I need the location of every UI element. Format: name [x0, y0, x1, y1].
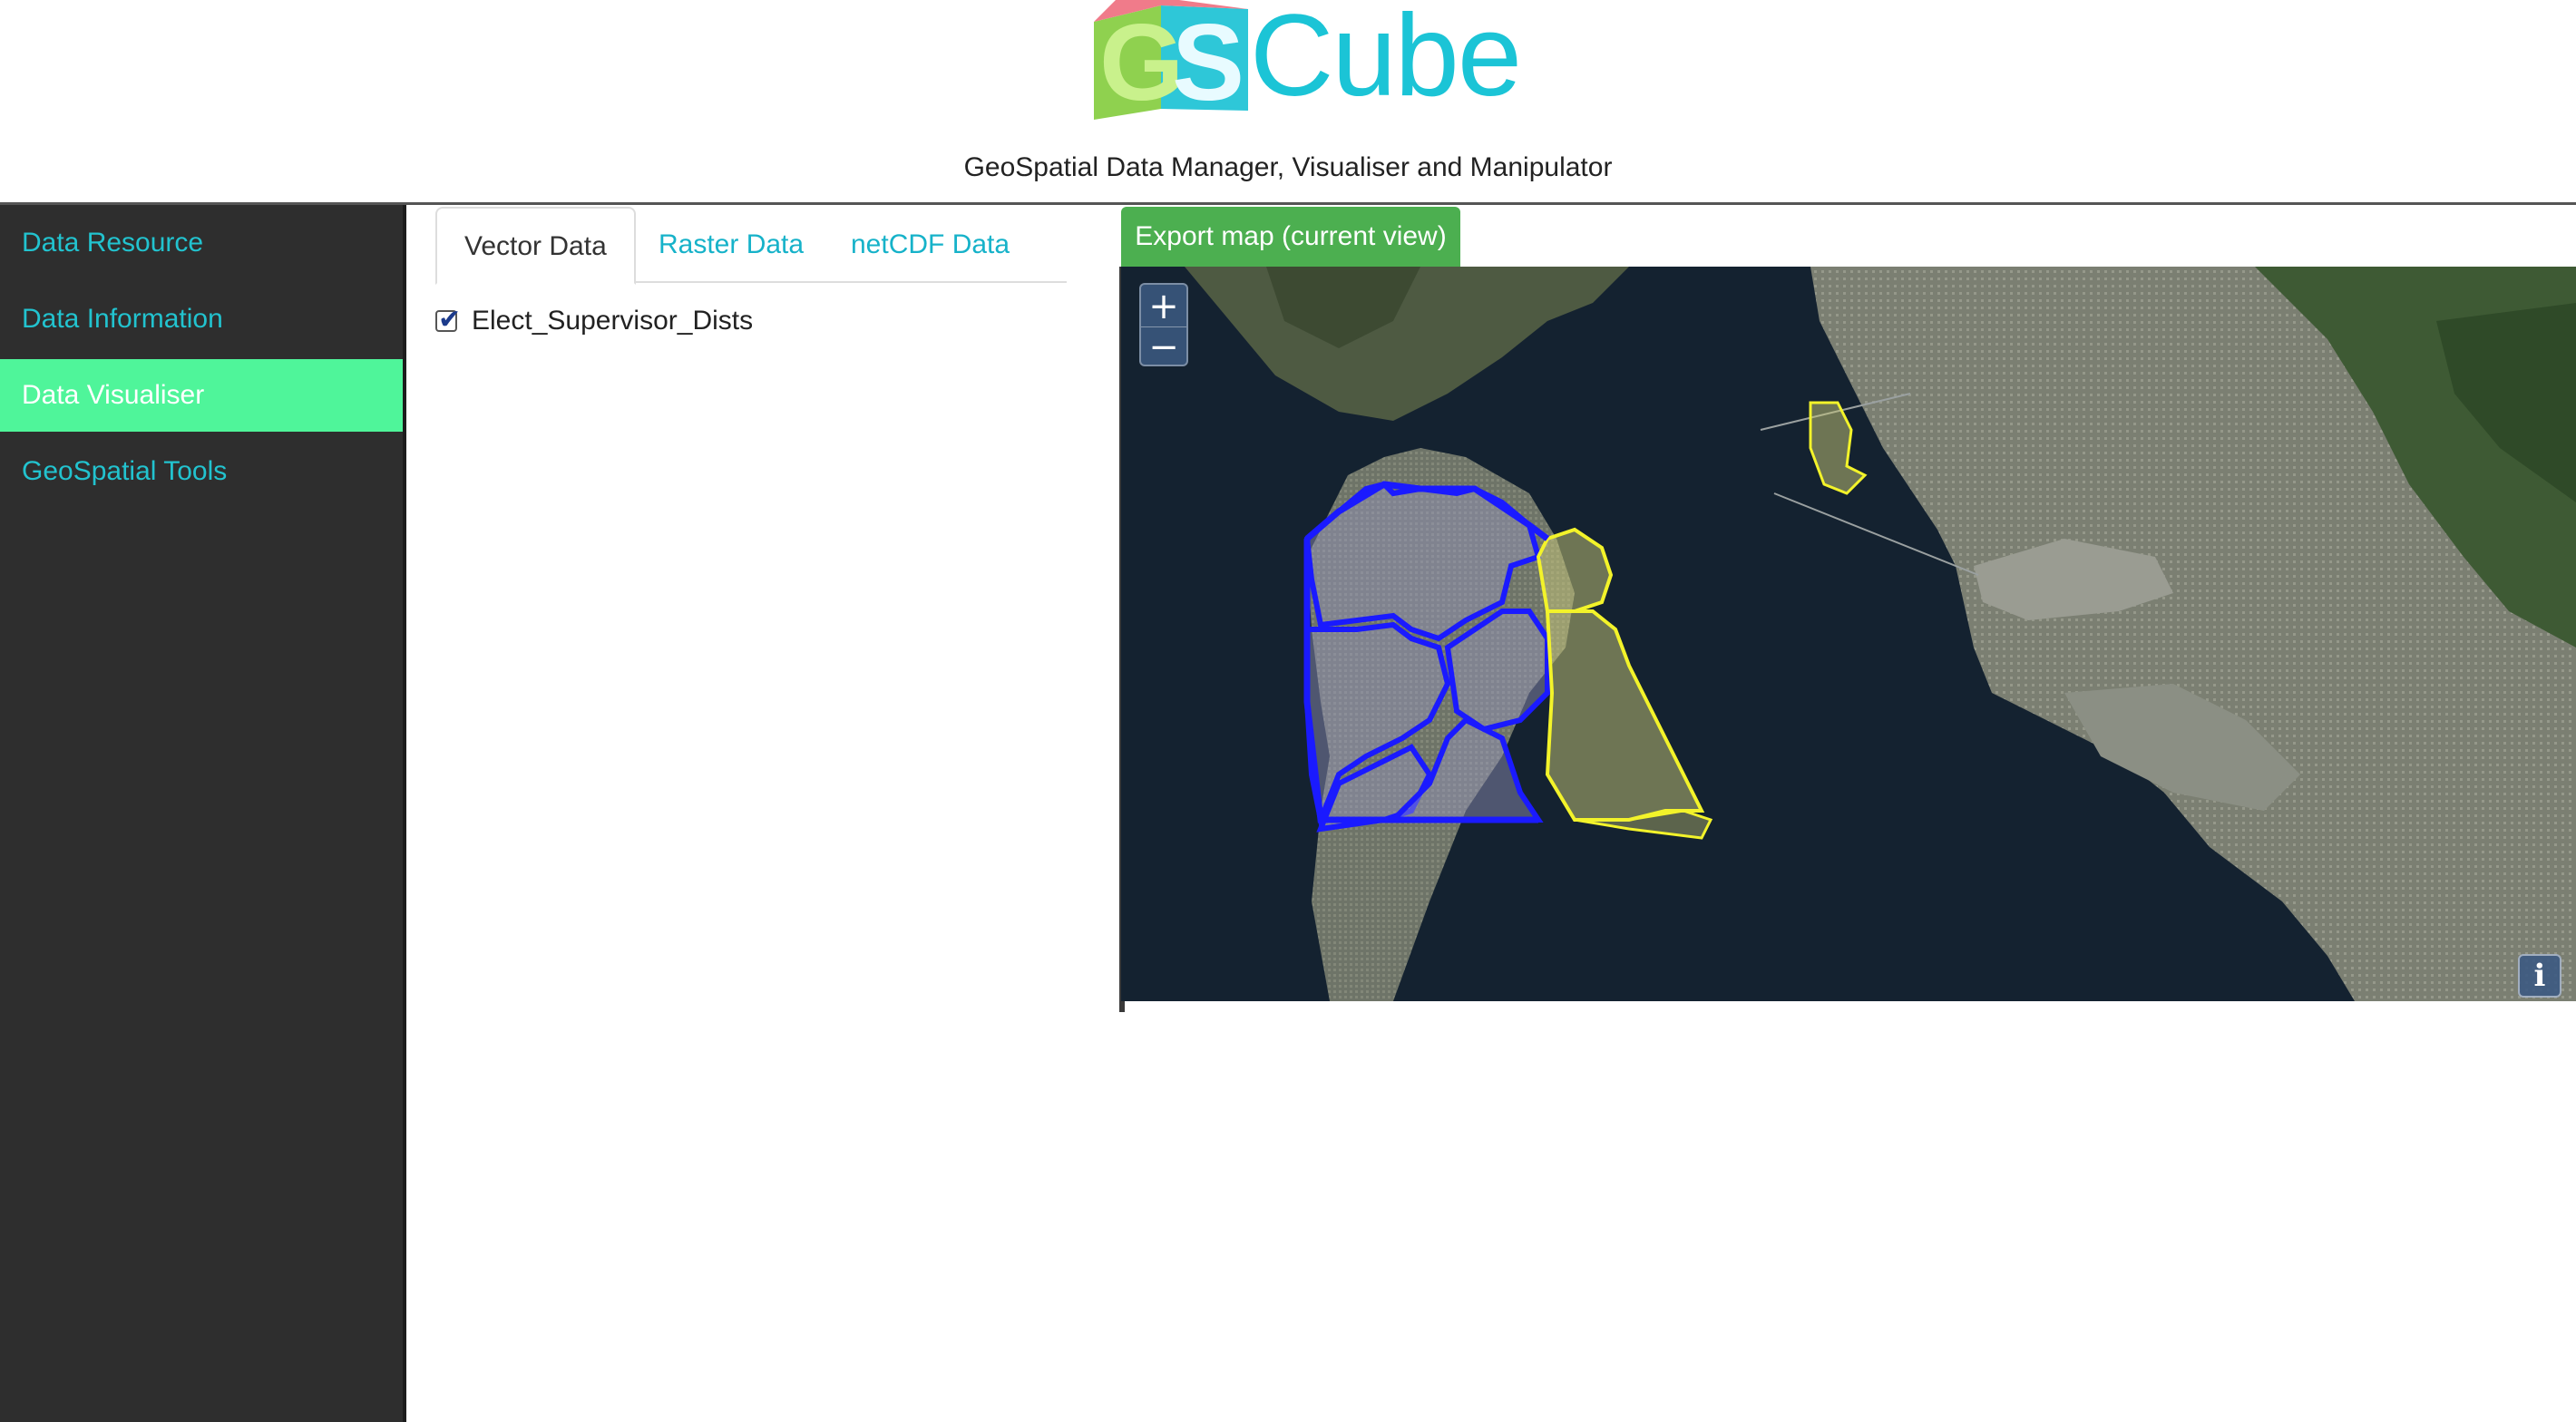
layer-label: Elect_Supervisor_Dists	[472, 306, 754, 336]
sidebar: Data Resource Data Information Data Visu…	[0, 205, 406, 1422]
data-type-tabs: Vector Data Raster Data netCDF Data	[435, 207, 1067, 285]
sidebar-item-data-visualiser[interactable]: Data Visualiser	[0, 359, 403, 432]
tab-netcdf-data[interactable]: netCDF Data	[824, 207, 1037, 283]
zoom-out-button[interactable]: −	[1141, 326, 1186, 367]
export-map-button[interactable]: Export map (current view)	[1121, 207, 1460, 267]
app-header: G S Cube GeoSpatial Data Manager, Visual…	[0, 0, 2576, 205]
logo-wordmark: Cube	[1250, 0, 1522, 121]
zoom-control: + −	[1139, 283, 1188, 367]
sidebar-item-data-resource[interactable]: Data Resource	[0, 207, 403, 279]
tab-raster-data[interactable]: Raster Data	[631, 207, 831, 283]
layer-checkbox[interactable]	[435, 304, 461, 336]
sidebar-item-geospatial-tools[interactable]: GeoSpatial Tools	[0, 435, 403, 508]
sidebar-item-data-information[interactable]: Data Information	[0, 283, 403, 356]
app-subtitle: GeoSpatial Data Manager, Visualiser and …	[963, 152, 1613, 182]
map-view[interactable]: + − i	[1121, 267, 2576, 1001]
zoom-in-button[interactable]: +	[1141, 287, 1186, 326]
svg-text:S: S	[1172, 2, 1244, 120]
layer-list-item: Elect_Supervisor_Dists	[435, 303, 753, 339]
map-info-button[interactable]: i	[2518, 954, 2561, 998]
tab-vector-data[interactable]: Vector Data	[435, 207, 636, 285]
satellite-map[interactable]	[1121, 267, 2576, 1001]
